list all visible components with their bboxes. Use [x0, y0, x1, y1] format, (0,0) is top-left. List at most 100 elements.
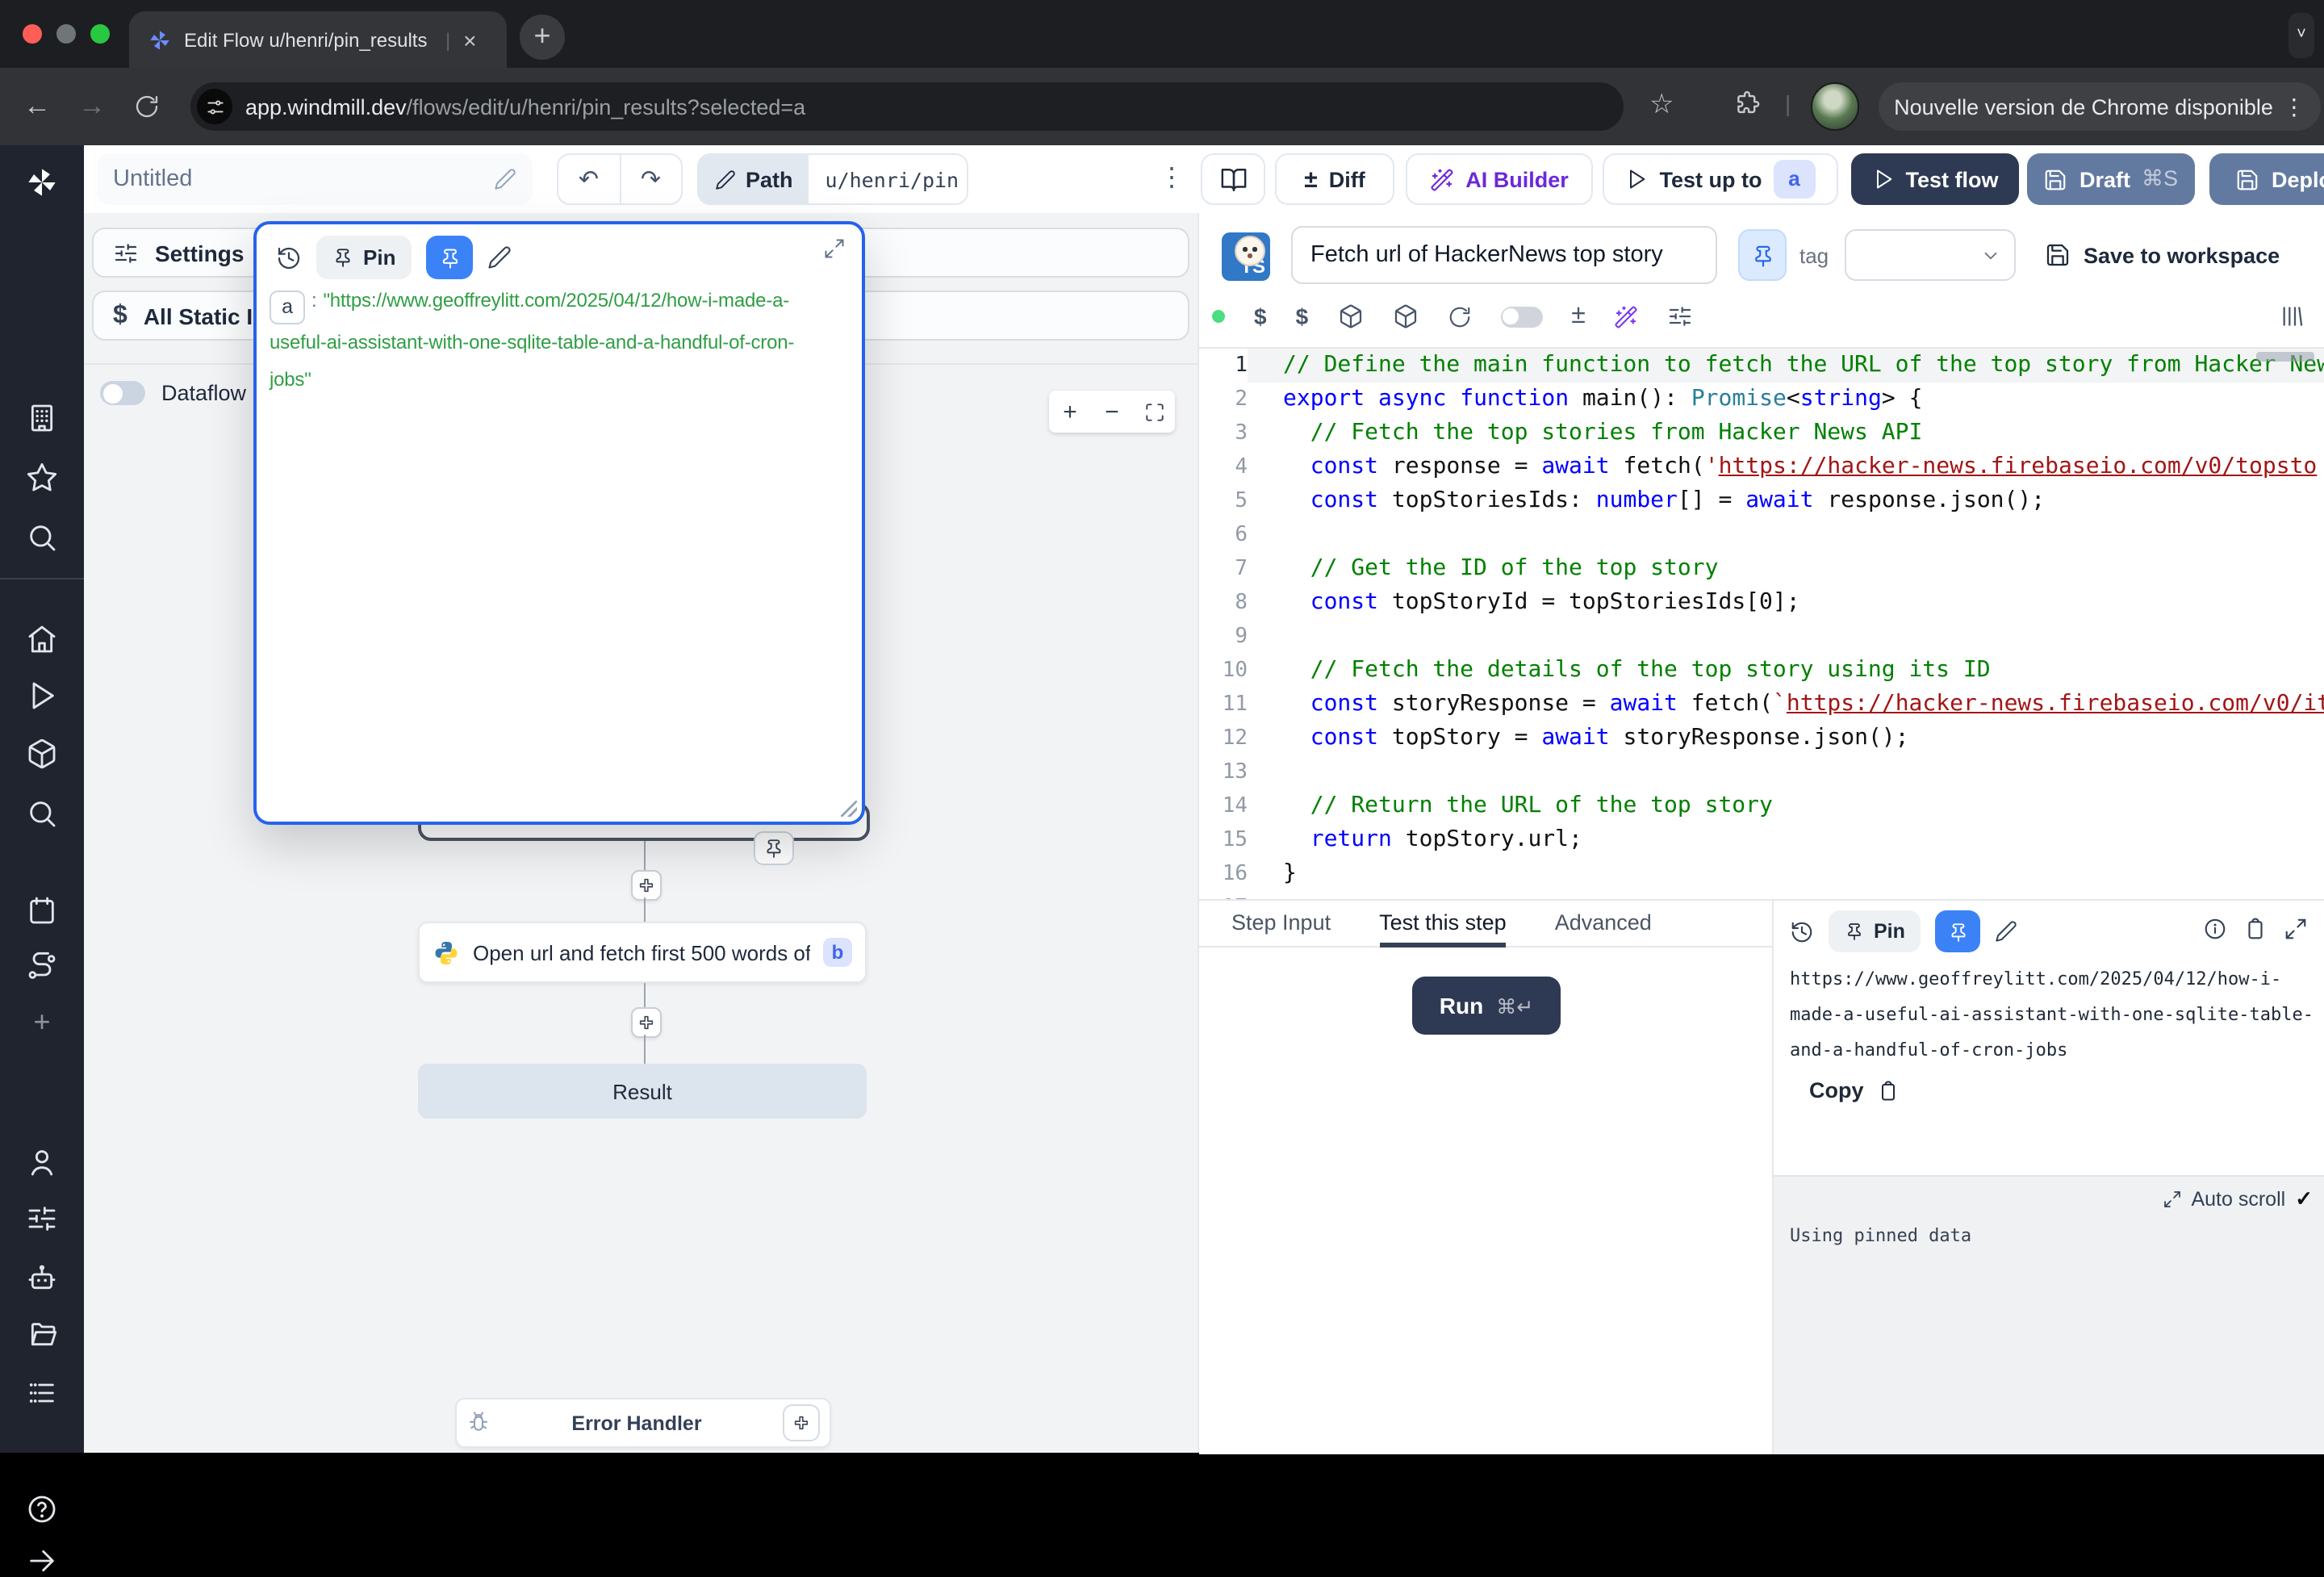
- expand-popup-icon[interactable]: [823, 237, 846, 260]
- sidebar-home-icon[interactable]: [26, 623, 58, 655]
- fit-view-button[interactable]: [1133, 401, 1175, 422]
- flow-name-field[interactable]: Untitled: [97, 153, 533, 205]
- sidebar-workspace-icon[interactable]: [26, 402, 58, 434]
- package-icon[interactable]: [1392, 303, 1418, 329]
- pinned-json-viewer[interactable]: a:"https://www.geoffreylitt.com/2025/04/…: [270, 282, 851, 399]
- chrome-update-button[interactable]: Nouvelle version de Chrome disponible ⋮: [1879, 82, 2321, 131]
- edit-name-pencil-icon[interactable]: [494, 168, 516, 190]
- bookmark-star-icon[interactable]: ☆: [1649, 89, 1674, 121]
- sidebar-ai-robot-icon[interactable]: [26, 1262, 58, 1295]
- sidebar-resources-icon[interactable]: [26, 797, 58, 830]
- chrome-menu-kebab-icon[interactable]: ⋮: [2283, 93, 2305, 120]
- step-pin-button[interactable]: [1738, 229, 1787, 281]
- window-zoom-button[interactable]: [90, 24, 110, 44]
- ai-builder-button[interactable]: AI Builder: [1406, 153, 1593, 205]
- toolbar-kebab-icon[interactable]: ⋮: [1156, 153, 1188, 205]
- path-group[interactable]: Path u/henri/pin: [697, 153, 968, 205]
- copy-result-clipboard-icon[interactable]: [2243, 917, 2268, 941]
- tab-overflow-chevron-icon[interactable]: ˅: [2288, 13, 2314, 58]
- profile-avatar[interactable]: [1811, 82, 1859, 131]
- variables-icon[interactable]: $: [1296, 303, 1309, 329]
- run-button[interactable]: Run ⌘↵: [1412, 977, 1561, 1035]
- copy-button[interactable]: Copy: [1809, 1078, 1900, 1102]
- insert-step-button-2[interactable]: [631, 1007, 662, 1038]
- editor-scrollbar[interactable]: [2256, 352, 2314, 362]
- sidebar-folders-icon[interactable]: [26, 1319, 58, 1351]
- tab-close-icon[interactable]: ×: [454, 27, 486, 52]
- fullscreen-result-icon[interactable]: [2284, 917, 2308, 941]
- browser-tab[interactable]: Edit Flow u/henri/pin_results | ×: [129, 11, 507, 68]
- pin-active-button[interactable]: [426, 236, 473, 279]
- test-up-to-button[interactable]: Test up to a: [1603, 153, 1838, 205]
- test-flow-button[interactable]: Test flow: [1851, 153, 2019, 205]
- expand-logs-icon[interactable]: [2162, 1190, 2181, 1209]
- info-icon[interactable]: [2203, 917, 2227, 941]
- tab-step-input[interactable]: Step Input: [1231, 900, 1331, 947]
- pin-toggle-button[interactable]: Pin: [316, 236, 412, 279]
- error-handler-node[interactable]: Error Handler: [455, 1398, 831, 1448]
- auto-scroll-control[interactable]: Auto scroll ✓: [2162, 1186, 2313, 1212]
- history-icon[interactable]: [276, 245, 302, 270]
- extensions-puzzle-icon[interactable]: [1733, 90, 1761, 118]
- deploy-button[interactable]: Deploy: [2209, 153, 2324, 205]
- tag-select[interactable]: [1845, 229, 2016, 281]
- sidebar-favorites-icon[interactable]: [26, 462, 58, 494]
- library-columns-icon[interactable]: [2279, 297, 2305, 336]
- typescript-badge: TS: [1222, 232, 1270, 281]
- sidebar-variables-icon[interactable]: [26, 738, 58, 770]
- save-to-workspace-button[interactable]: Save to workspace: [2045, 229, 2280, 281]
- diff-button[interactable]: ± Diff: [1275, 153, 1394, 205]
- sidebar-settings-gear-icon[interactable]: [26, 1203, 58, 1235]
- add-error-handler-button[interactable]: [783, 1404, 820, 1441]
- redo-button[interactable]: ↷: [621, 165, 681, 194]
- zoom-in-button[interactable]: +: [1049, 398, 1091, 425]
- sidebar-search-icon[interactable]: [26, 521, 58, 554]
- tab-advanced[interactable]: Advanced: [1555, 900, 1652, 947]
- sidebar-help-icon[interactable]: [26, 1493, 58, 1525]
- tab-test-this-step[interactable]: Test this step: [1379, 900, 1507, 947]
- sidebar-users-icon[interactable]: [26, 1146, 58, 1178]
- result-pin-active-button[interactable]: [1936, 910, 1981, 952]
- back-button[interactable]: ←: [10, 90, 65, 123]
- history-icon[interactable]: [1790, 919, 1814, 943]
- site-settings-icon[interactable]: [197, 89, 232, 124]
- window-close-button[interactable]: [23, 24, 42, 44]
- package-icon[interactable]: [1337, 303, 1363, 329]
- url-bar[interactable]: app.windmill.dev/flows/edit/u/henri/pin_…: [190, 82, 1624, 131]
- sidebar-runs-icon[interactable]: [26, 680, 58, 712]
- window-minimize-button[interactable]: [56, 24, 76, 44]
- docs-button[interactable]: [1201, 153, 1265, 205]
- draft-button[interactable]: Draft ⌘S: [2027, 153, 2195, 205]
- sidebar-flows-route-icon[interactable]: [26, 951, 58, 983]
- test-up-to-step-badge[interactable]: a: [1774, 160, 1816, 199]
- windmill-logo-icon[interactable]: [26, 166, 58, 199]
- edit-pinned-pencil-icon[interactable]: [487, 245, 512, 270]
- code-editor[interactable]: 1// Define the main function to fetch th…: [1199, 349, 2324, 899]
- flow-node-b[interactable]: Open url and fetch first 500 words of ..…: [418, 922, 867, 983]
- result-pin-toggle-button[interactable]: Pin: [1829, 910, 1921, 952]
- reload-button[interactable]: [134, 94, 160, 119]
- sidebar-logs-list-icon[interactable]: [26, 1377, 58, 1409]
- new-tab-button[interactable]: +: [520, 15, 565, 60]
- ai-wand-icon[interactable]: [1615, 304, 1639, 328]
- diff-plusminus-icon[interactable]: ±: [1571, 302, 1586, 331]
- insert-step-button-1[interactable]: [631, 870, 662, 901]
- reload-deps-icon[interactable]: [1447, 304, 1471, 328]
- forward-button[interactable]: →: [65, 90, 119, 123]
- json-key-badge[interactable]: a: [270, 291, 305, 324]
- dataflow-toggle[interactable]: [100, 381, 145, 405]
- sidebar-collapse-arrow-icon[interactable]: [26, 1545, 58, 1577]
- step-name-input[interactable]: Fetch url of HackerNews top story: [1291, 226, 1717, 284]
- editor-settings-gear-icon[interactable]: [1668, 303, 1694, 329]
- editor-toggle[interactable]: [1500, 306, 1542, 327]
- popup-resize-handle[interactable]: [841, 801, 857, 817]
- static-inputs-icon[interactable]: $: [1254, 303, 1267, 329]
- sidebar-add-icon[interactable]: +: [26, 1006, 58, 1038]
- undo-button[interactable]: ↶: [558, 165, 619, 194]
- edit-result-pencil-icon[interactable]: [1996, 920, 2018, 943]
- flow-node-result[interactable]: Result: [418, 1064, 867, 1119]
- zoom-out-button[interactable]: −: [1091, 398, 1133, 425]
- node-a-pin-badge[interactable]: [754, 831, 794, 865]
- sidebar-schedules-icon[interactable]: [26, 894, 58, 927]
- pinned-result-value[interactable]: https://www.geoffreylitt.com/2025/04/12/…: [1790, 962, 2316, 1069]
